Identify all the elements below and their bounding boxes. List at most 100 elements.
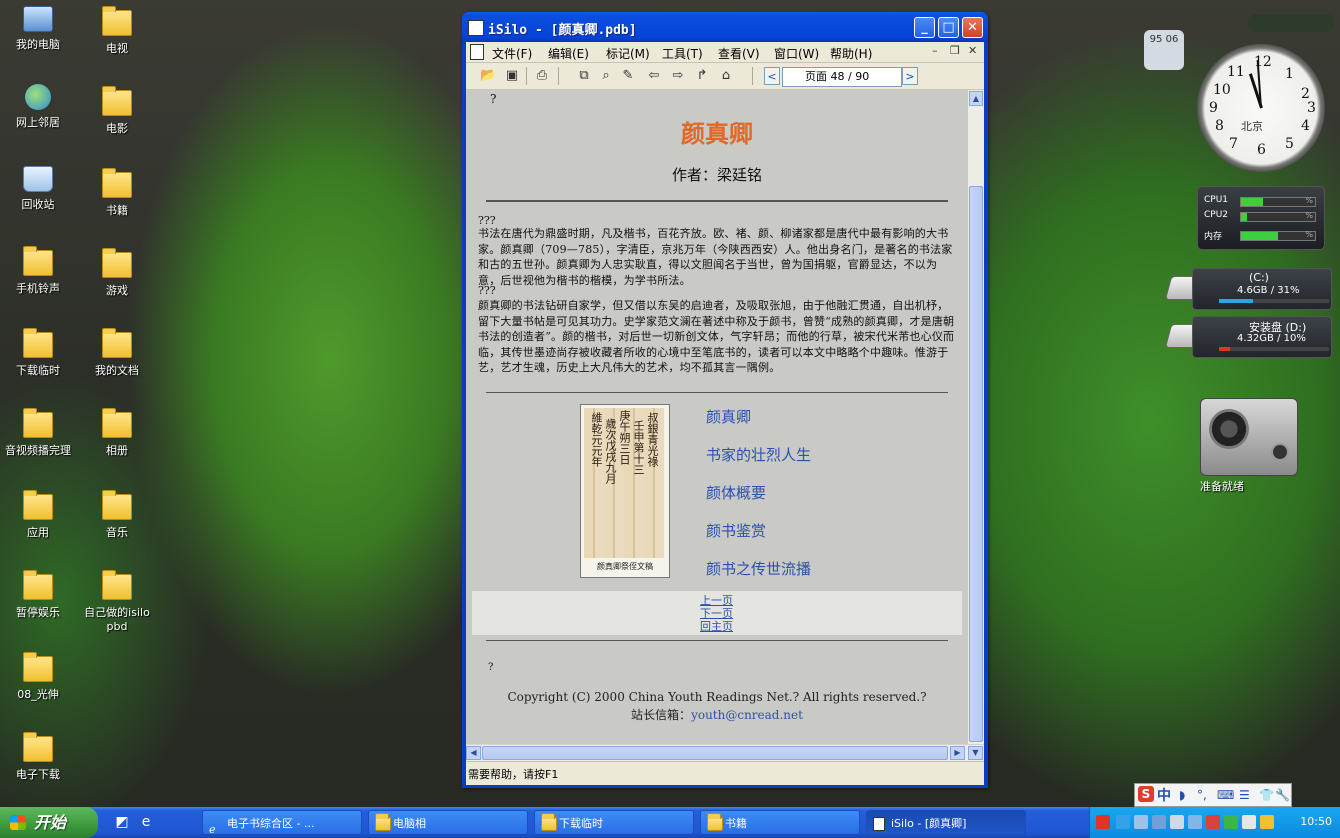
update-tray-icon[interactable]: [1260, 815, 1274, 829]
menu-file[interactable]: 文件(F): [492, 45, 532, 62]
toc-link[interactable]: 颜书之传世流播: [706, 558, 811, 579]
tools-icon[interactable]: 🔧: [1275, 788, 1290, 802]
menu-edit[interactable]: 编辑(E): [548, 45, 589, 62]
forward-arrow-icon[interactable]: ⇨: [670, 68, 686, 84]
desktop-icon-network[interactable]: 网上邻居: [0, 84, 78, 130]
menu-window[interactable]: 窗口(W): [774, 45, 819, 62]
home-page-link[interactable]: 回主页: [700, 621, 733, 633]
desktop-icon-recycle-bin[interactable]: 回收站: [0, 166, 78, 212]
email-link[interactable]: youth@cnread.net: [691, 708, 803, 722]
next-page-button[interactable]: >: [902, 67, 918, 85]
show-desktop-icon[interactable]: ◩: [114, 814, 130, 830]
print-icon[interactable]: ⎙: [534, 68, 550, 84]
desktop-icon-my-computer[interactable]: 我的电脑: [0, 6, 78, 52]
desktop-icon-folder[interactable]: 暂停娱乐: [0, 570, 78, 620]
next-page-link[interactable]: 下一页: [700, 608, 733, 620]
desktop-icon-folder[interactable]: 音视频播完理: [0, 408, 78, 458]
security-shield-icon[interactable]: [1224, 815, 1238, 829]
printer-tray-icon[interactable]: [1170, 815, 1184, 829]
taskbar-button[interactable]: 下载临时: [534, 810, 694, 835]
halfwidth-icon[interactable]: ◗: [1179, 788, 1185, 802]
desktop-icon-folder[interactable]: 手机铃声: [0, 246, 78, 296]
document-view[interactable]: ? 颜真卿 作者：梁廷铭 ??? 书法在唐代为鼎盛时期，凡及楷书，百花齐放。欧、…: [466, 90, 968, 744]
display-tray-icon[interactable]: [1152, 815, 1166, 829]
mdi-minimize-button[interactable]: –: [932, 44, 938, 57]
desktop-icon-folder[interactable]: 电影: [77, 86, 157, 136]
keyboard-icon[interactable]: ⌨: [1217, 788, 1234, 802]
find-icon[interactable]: ⌕: [598, 68, 614, 84]
menu-help[interactable]: 帮助(H): [830, 45, 872, 62]
taskbar-button[interactable]: ℯ 电子书综合区 - ...: [202, 810, 362, 835]
desktop-icon-folder[interactable]: 08_光伸: [0, 652, 78, 702]
desktop-icon-folder[interactable]: 游戏: [77, 248, 157, 298]
menu-tools[interactable]: 工具(T): [662, 45, 703, 62]
scroll-right-button[interactable]: ▶: [950, 746, 965, 760]
desktop-icon-folder[interactable]: 我的文档: [77, 328, 157, 378]
punctuation-icon[interactable]: °,: [1197, 788, 1207, 802]
start-button[interactable]: 开始: [0, 807, 98, 838]
scroll-up-button[interactable]: ▲: [969, 91, 983, 106]
menu-mark[interactable]: 标记(M): [606, 45, 650, 62]
radio-knob[interactable]: [1271, 443, 1289, 461]
drive-info: 4.6GB / 31%: [1237, 285, 1300, 296]
desktop-icon-folder[interactable]: 电视: [77, 6, 157, 56]
ime-toolbar[interactable]: S 中 ◗ °, ⌨ ☰ 👕 🔧: [1134, 783, 1292, 807]
ime-tray-icon[interactable]: [1242, 815, 1256, 829]
desktop-icon-folder[interactable]: 自己做的isilo pbd: [77, 570, 157, 633]
save-icon[interactable]: ▣: [504, 68, 520, 84]
home-icon[interactable]: ⌂: [718, 68, 734, 84]
mdi-close-button[interactable]: ✕: [968, 44, 977, 57]
desktop-icon-folder[interactable]: 书籍: [77, 168, 157, 218]
close-button[interactable]: ✕: [962, 17, 983, 38]
title-bar[interactable]: iSilo - [颜真卿.pdb] _ □ ✕: [462, 12, 988, 42]
ie-icon[interactable]: e: [138, 814, 154, 830]
menu-icon[interactable]: ☰: [1239, 788, 1250, 802]
copy-icon[interactable]: ⧉: [576, 68, 592, 84]
skin-icon[interactable]: 👕: [1259, 788, 1274, 802]
scroll-thumb[interactable]: [969, 186, 983, 742]
back-arrow-icon[interactable]: ⇦: [646, 68, 662, 84]
minimize-button[interactable]: _: [914, 17, 935, 38]
prev-page-link[interactable]: 上一页: [700, 595, 733, 607]
radio-gadget[interactable]: [1200, 398, 1298, 476]
desktop-icon-folder[interactable]: 音乐: [77, 490, 157, 540]
maximize-button[interactable]: □: [938, 17, 959, 38]
network-tray-icon[interactable]: [1116, 815, 1130, 829]
vertical-scrollbar[interactable]: ▲: [968, 90, 984, 744]
desktop-icon-folder[interactable]: 应用: [0, 490, 78, 540]
drive-d-gadget[interactable]: 安装盘 (D:) 4.32GB / 10%: [1164, 316, 1332, 358]
volume-tray-icon[interactable]: [1134, 815, 1148, 829]
antivirus-tray-icon[interactable]: [1206, 815, 1220, 829]
taskbar-button-isilo[interactable]: iSilo - [颜真卿]: [866, 810, 1026, 835]
sidebar-controls[interactable]: [1248, 14, 1334, 32]
jump-icon[interactable]: ↱: [694, 68, 710, 84]
sogou-ime-icon[interactable]: S: [1138, 786, 1154, 802]
toc-link[interactable]: 颜书鉴赏: [706, 520, 766, 541]
desktop-icon-folder[interactable]: 电子下载: [0, 732, 78, 782]
scroll-thumb[interactable]: [482, 746, 948, 760]
scroll-down-button[interactable]: ▼: [968, 746, 983, 760]
horizontal-scrollbar[interactable]: ◀ ▶ ▼: [466, 744, 984, 761]
messenger-tray-icon[interactable]: [1188, 815, 1202, 829]
mdi-restore-button[interactable]: ❐: [950, 44, 960, 57]
toc-link[interactable]: 颜体概要: [706, 482, 766, 503]
desktop-icon-folder[interactable]: 相册: [77, 408, 157, 458]
ime-mode[interactable]: 中: [1157, 785, 1171, 805]
weather-gadget[interactable]: 95 06: [1144, 30, 1184, 70]
previous-page-button[interactable]: <: [764, 67, 780, 85]
toc-link[interactable]: 书家的壮烈人生: [706, 444, 811, 465]
drive-c-gadget[interactable]: (C:) 4.6GB / 31%: [1164, 268, 1332, 310]
open-icon[interactable]: 📂: [480, 68, 496, 84]
bookmark-icon[interactable]: ✎: [620, 68, 636, 84]
taskbar-button[interactable]: 书籍: [700, 810, 860, 835]
page-indicator[interactable]: 页面 48 / 90: [782, 67, 902, 87]
sogou-tray-icon[interactable]: [1096, 815, 1110, 829]
clock-gadget[interactable]: 12 1 2 3 4 5 6 7 8 9 10 11 北京: [1197, 44, 1325, 172]
taskbar-clock[interactable]: 10:50: [1300, 815, 1332, 828]
cpu-meter-gadget[interactable]: CPU1 % CPU2 % 内存 %: [1197, 186, 1325, 250]
menu-view[interactable]: 查看(V): [718, 45, 760, 62]
scroll-left-button[interactable]: ◀: [466, 746, 481, 760]
desktop-icon-folder[interactable]: 下载临时: [0, 328, 78, 378]
toc-link[interactable]: 颜真卿: [706, 406, 751, 427]
taskbar-button[interactable]: 电脑相: [368, 810, 528, 835]
